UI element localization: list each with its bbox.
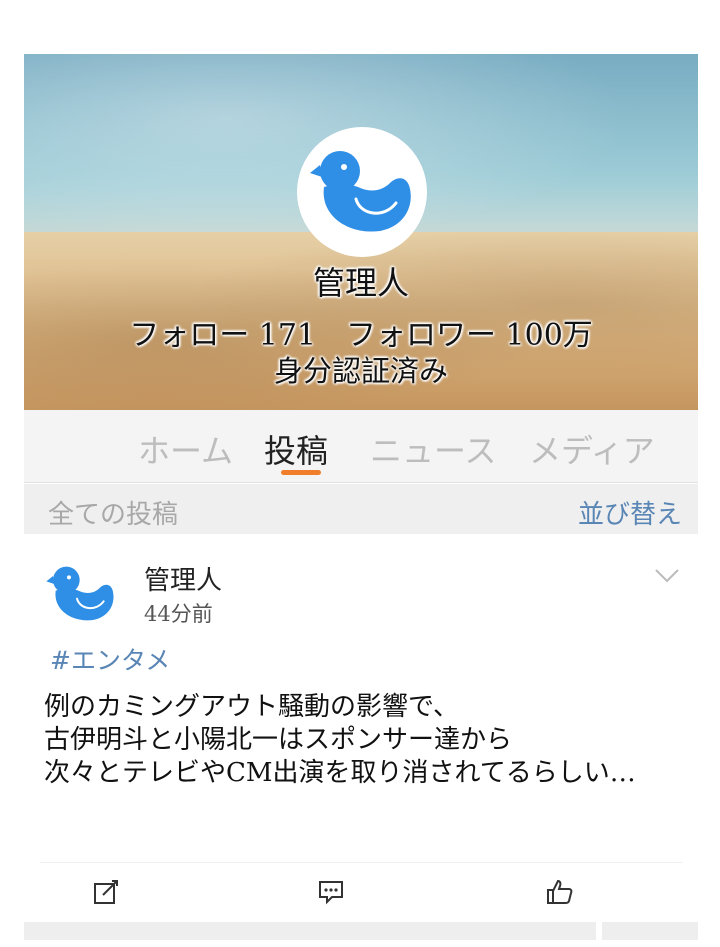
- bird-icon: [46, 566, 114, 621]
- post-filter-bar: 全ての投稿 並び替え: [24, 484, 698, 534]
- post-timestamp: 44分前: [144, 602, 213, 626]
- profile-avatar[interactable]: [297, 127, 427, 257]
- sort-button[interactable]: 並び替え: [578, 494, 682, 531]
- post-content: 例のカミングアウト騒動の影響で、 古伊明斗と小陽北一はスポンサー達から 次々とテ…: [44, 691, 636, 790]
- post-line: 次々とテレビやCM出演を取り消されてるらしい…: [44, 758, 636, 788]
- like-thumbs-up-icon[interactable]: [546, 878, 574, 906]
- profile-tabs: ホーム 投稿 ニュース メディア: [24, 410, 698, 483]
- post-author-avatar[interactable]: [46, 564, 116, 624]
- repost-edit-icon[interactable]: [92, 878, 120, 906]
- tab-posts[interactable]: 投稿: [264, 426, 328, 472]
- all-posts-filter[interactable]: 全ての投稿: [48, 494, 178, 531]
- post-hashtag[interactable]: #エンタメ: [50, 641, 170, 677]
- tab-media[interactable]: メディア: [529, 426, 655, 472]
- post-line: 例のカミングアウト騒動の影響で、: [44, 692, 459, 722]
- post-divider: [40, 862, 682, 863]
- comment-icon[interactable]: [317, 878, 345, 906]
- chevron-down-icon[interactable]: [654, 566, 680, 586]
- verified-badge-text: 身分認証済み: [273, 354, 448, 388]
- tab-home[interactable]: ホーム: [138, 426, 233, 472]
- next-post-placeholder: [602, 922, 698, 940]
- post-line: 古伊明斗と小陽北一はスポンサー達から: [44, 725, 513, 755]
- next-post-placeholder: [24, 922, 596, 940]
- active-tab-indicator: [281, 470, 321, 475]
- profile-name: 管理人: [312, 264, 409, 302]
- post-author-name[interactable]: 管理人: [144, 560, 222, 597]
- tab-news[interactable]: ニュース: [370, 426, 496, 472]
- bird-icon: [310, 151, 411, 232]
